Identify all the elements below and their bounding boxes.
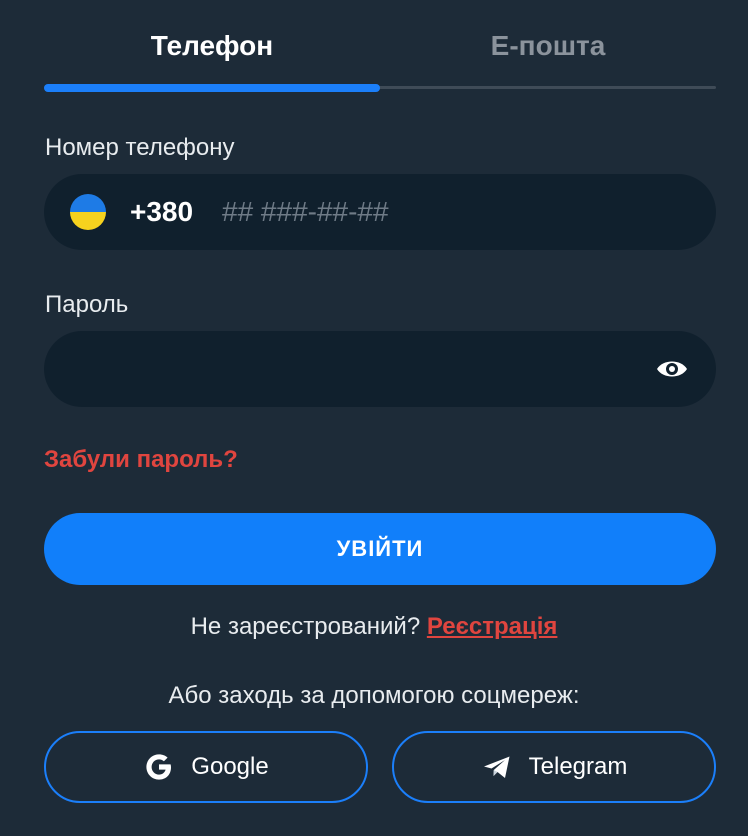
forgot-password-link[interactable]: Забули пароль? <box>44 446 238 474</box>
login-page: Телефон E-пошта Номер телефону +380 Паро… <box>0 0 748 836</box>
eye-icon[interactable] <box>656 355 688 383</box>
auth-tabs: Телефон E-пошта <box>44 0 716 92</box>
phone-label: Номер телефону <box>45 134 235 161</box>
telegram-label: Telegram <box>528 753 628 780</box>
phone-field[interactable]: +380 <box>44 174 716 250</box>
country-code: +380 <box>130 196 194 227</box>
password-input[interactable] <box>70 345 630 393</box>
phone-input[interactable] <box>222 188 682 236</box>
google-icon <box>143 751 175 783</box>
social-caption: Або заходь за допомогою соцмереж: <box>168 682 580 709</box>
tab-email[interactable]: E-пошта <box>380 30 716 62</box>
tab-phone[interactable]: Телефон <box>44 30 380 62</box>
ukraine-flag-icon <box>70 194 106 230</box>
google-label: Google <box>191 753 269 780</box>
login-button[interactable]: УВІЙТИ <box>44 513 716 585</box>
password-field[interactable] <box>44 331 716 407</box>
register-link[interactable]: Реєстрація <box>427 613 558 640</box>
password-label: Пароль <box>45 291 129 318</box>
google-login-button[interactable]: Google <box>44 731 368 803</box>
register-prompt: Не зареєстрований? <box>190 613 421 640</box>
active-tab-indicator <box>44 84 380 92</box>
register-line: Не зареєстрований? Реєстрація <box>0 613 748 641</box>
telegram-icon <box>481 751 513 783</box>
telegram-login-button[interactable]: Telegram <box>392 731 716 803</box>
